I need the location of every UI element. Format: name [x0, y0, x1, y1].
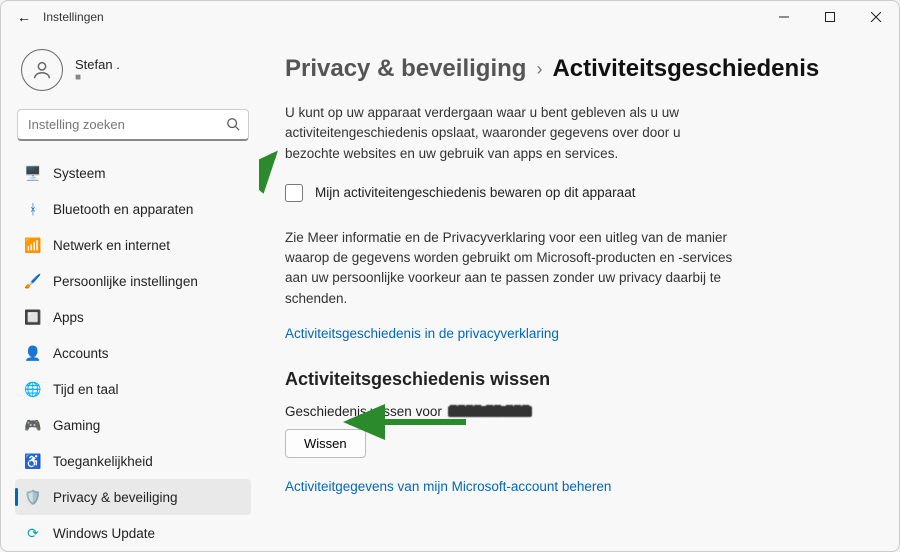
update-icon: ⟳ — [25, 525, 41, 542]
shield-icon: 🛡️ — [25, 489, 41, 506]
nav-bluetooth[interactable]: ᚼBluetooth en apparaten — [15, 191, 251, 227]
search-icon — [226, 117, 240, 134]
store-history-checkbox[interactable] — [285, 184, 303, 202]
brush-icon: 🖌️ — [25, 273, 41, 290]
chevron-right-icon: › — [536, 59, 542, 80]
settings-window: ← Instellingen Stefan . ■ — [0, 0, 900, 552]
nav-privacy[interactable]: 🛡️Privacy & beveiliging — [15, 479, 251, 515]
page-title: Activiteitsgeschiedenis — [552, 55, 819, 83]
store-history-label: Mijn activiteitengeschiedenis bewaren op… — [315, 185, 635, 200]
nav-time-language[interactable]: 🌐Tijd en taal — [15, 371, 251, 407]
apps-icon: 🔲 — [25, 309, 41, 326]
user-header[interactable]: Stefan . ■ — [15, 41, 251, 105]
nav-apps[interactable]: 🔲Apps — [15, 299, 251, 335]
window-title: Instellingen — [43, 10, 104, 24]
store-history-row[interactable]: Mijn activiteitengeschiedenis bewaren op… — [285, 184, 859, 202]
clear-for-label: Geschiedenis wissen voor — [285, 404, 442, 419]
bluetooth-icon: ᚼ — [25, 201, 41, 217]
clear-section-heading: Activiteitsgeschiedenis wissen — [285, 369, 859, 390]
clear-button[interactable]: Wissen — [285, 429, 366, 458]
nav-accounts[interactable]: 👤Accounts — [15, 335, 251, 371]
close-button[interactable] — [853, 1, 899, 33]
person-icon: 👤 — [25, 345, 41, 362]
breadcrumb: Privacy & beveiliging › Activiteitsgesch… — [285, 55, 859, 83]
privacy-paragraph: Zie Meer informatie en de Privacyverklar… — [285, 228, 745, 309]
nav-gaming[interactable]: 🎮Gaming — [15, 407, 251, 443]
back-button[interactable]: ← — [9, 5, 39, 29]
avatar — [21, 49, 63, 91]
window-controls — [761, 1, 899, 33]
display-icon: 🖥️ — [25, 165, 41, 182]
wifi-icon: 📶 — [25, 237, 41, 254]
privacy-link[interactable]: Activiteitsgeschiedenis in de privacyver… — [285, 326, 559, 341]
user-sub: ■ — [75, 72, 120, 83]
nav-list: 🖥️Systeem ᚼBluetooth en apparaten 📶Netwe… — [15, 155, 251, 551]
redacted-account: ████ ██ ███ — [448, 406, 532, 417]
clear-for-row: Geschiedenis wissen voor ████ ██ ███ — [285, 404, 859, 419]
globe-icon: 🌐 — [25, 381, 41, 398]
maximize-button[interactable] — [807, 1, 853, 33]
nav-windows-update[interactable]: ⟳Windows Update — [15, 515, 251, 551]
gamepad-icon: 🎮 — [25, 417, 41, 434]
main-content: Privacy & beveiliging › Activiteitsgesch… — [259, 33, 899, 551]
breadcrumb-parent[interactable]: Privacy & beveiliging — [285, 55, 526, 83]
titlebar: ← Instellingen — [1, 1, 899, 33]
user-name: Stefan . — [75, 57, 120, 72]
manage-link[interactable]: Activiteitgegevens van mijn Microsoft-ac… — [285, 479, 611, 494]
nav-network[interactable]: 📶Netwerk en internet — [15, 227, 251, 263]
nav-personalization[interactable]: 🖌️Persoonlijke instellingen — [15, 263, 251, 299]
nav-accessibility[interactable]: ♿Toegankelijkheid — [15, 443, 251, 479]
accessibility-icon: ♿ — [25, 453, 41, 470]
sidebar: Stefan . ■ 🖥️Systeem ᚼBluetooth en appar… — [1, 33, 259, 551]
minimize-button[interactable] — [761, 1, 807, 33]
search-box[interactable] — [17, 109, 249, 141]
search-input[interactable] — [17, 109, 249, 141]
nav-system[interactable]: 🖥️Systeem — [15, 155, 251, 191]
intro-text: U kunt op uw apparaat verdergaan waar u … — [285, 103, 725, 164]
